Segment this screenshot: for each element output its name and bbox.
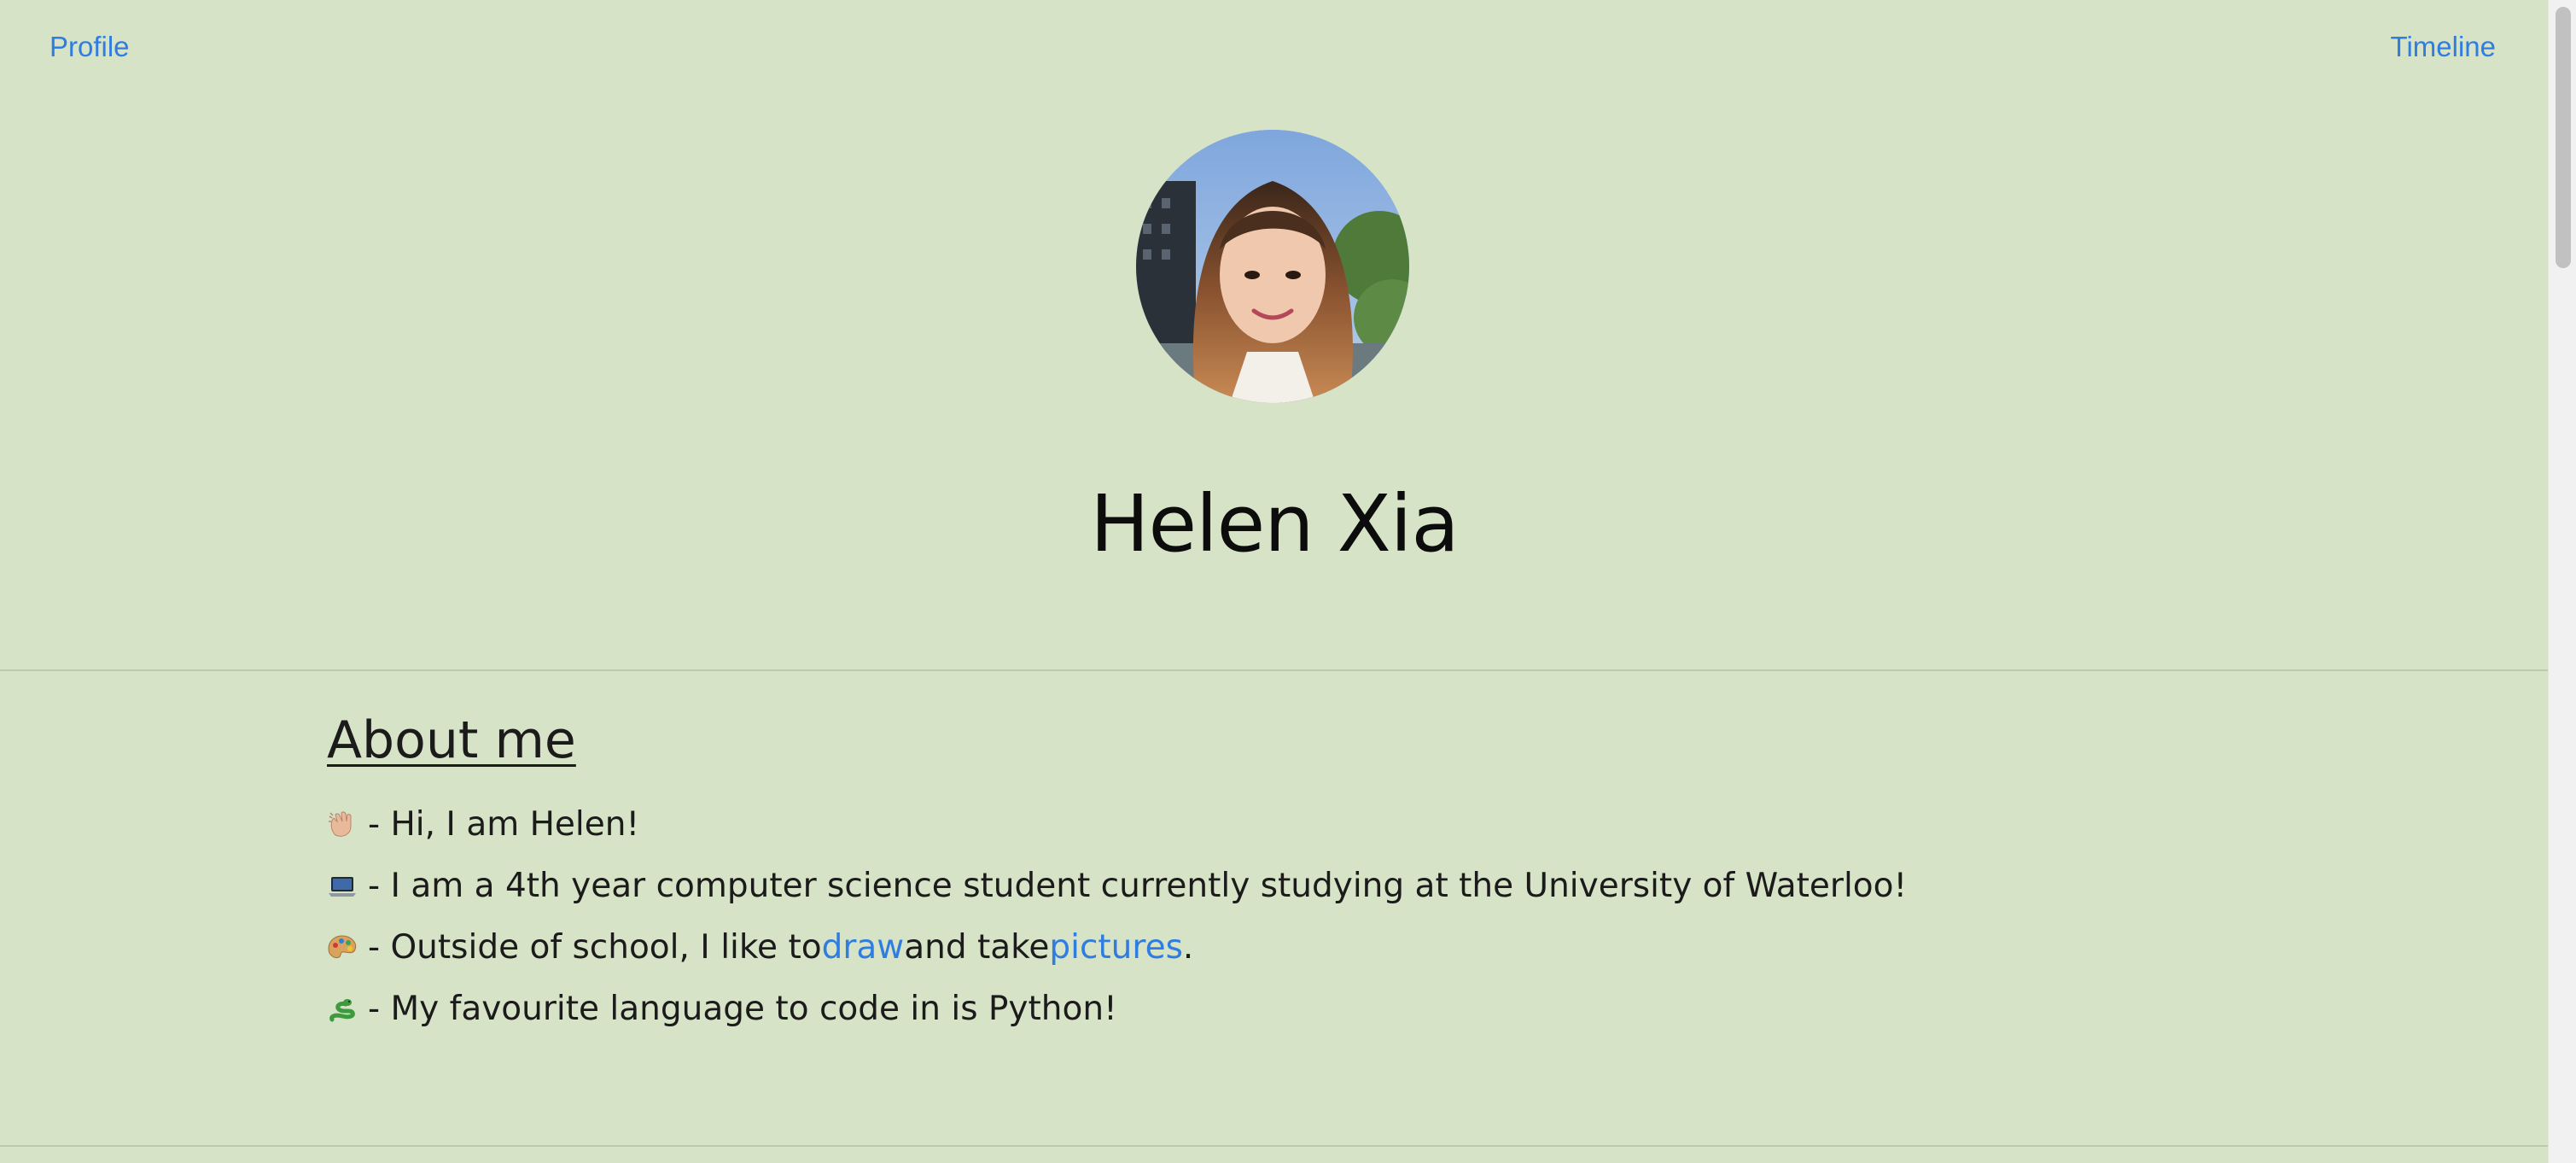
pictures-link[interactable]: pictures <box>1049 927 1183 968</box>
scrollbar[interactable] <box>2548 0 2576 1163</box>
laptop-icon <box>327 871 358 902</box>
section-divider <box>0 669 2549 671</box>
about-section: About me - Hi, I am Helen! - I am a 4th … <box>327 710 2205 1040</box>
about-line-text: - Hi, I am Helen! <box>368 805 640 844</box>
about-line-language: - My favourite language to code in is Py… <box>327 979 2205 1040</box>
artist-palette-icon <box>327 932 358 963</box>
about-line-text: - I am a 4th year computer science stude… <box>368 867 1908 905</box>
about-line-text: - My favourite language to code in is Py… <box>368 990 1117 1028</box>
about-line-text-before: - Outside of school, I like to <box>368 928 822 967</box>
nav-timeline-link[interactable]: Timeline <box>2391 31 2496 63</box>
page: Profile Timeline Helen Xia About me - Hi… <box>0 0 2549 1163</box>
about-line-greeting: - Hi, I am Helen! <box>327 794 2205 856</box>
snake-icon <box>327 994 358 1025</box>
about-line-text-middle: and take <box>904 928 1050 967</box>
draw-link[interactable]: draw <box>822 927 905 968</box>
about-line-hobbies: - Outside of school, I like to draw and … <box>327 917 2205 979</box>
about-title: About me <box>327 710 576 770</box>
section-divider <box>0 1145 2549 1147</box>
avatar <box>1136 130 1409 403</box>
profile-photo <box>1136 130 1409 403</box>
about-line-study: - I am a 4th year computer science stude… <box>327 856 2205 917</box>
about-line-text-after: . <box>1182 928 1194 967</box>
scrollbar-thumb[interactable] <box>2556 7 2571 268</box>
waving-hand-icon <box>327 809 358 840</box>
nav-profile-link[interactable]: Profile <box>50 31 130 63</box>
profile-name: Helen Xia <box>1090 478 1459 570</box>
